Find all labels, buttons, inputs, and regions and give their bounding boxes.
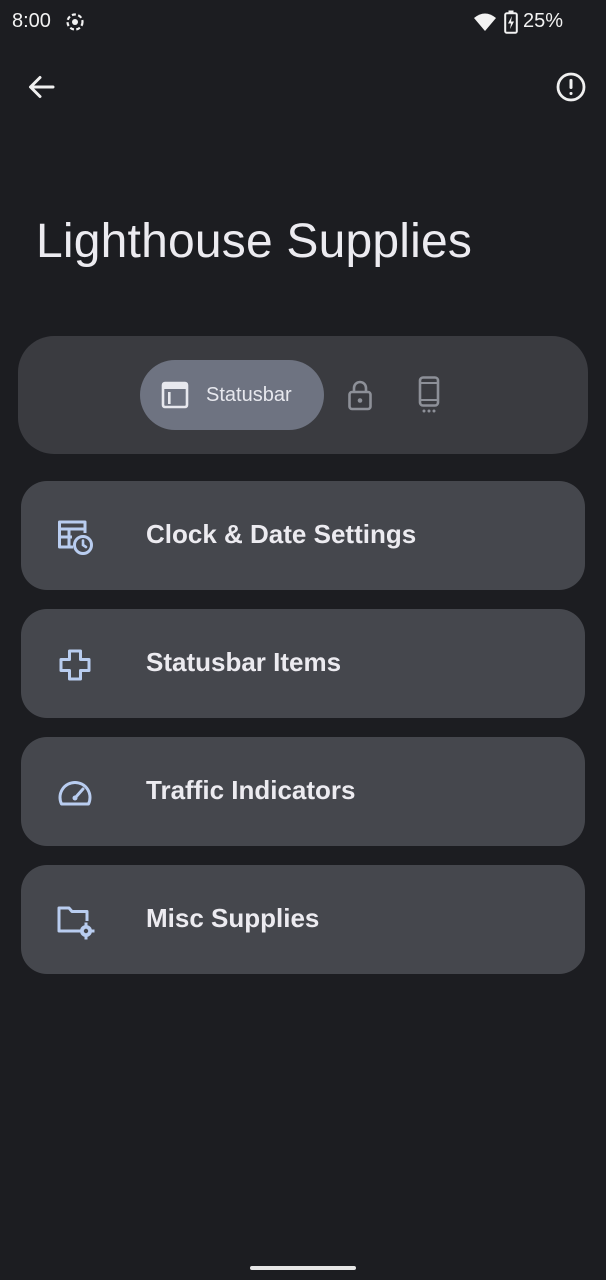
menu-item-clock-date[interactable]: Clock & Date Settings <box>21 481 585 590</box>
home-indicator[interactable] <box>250 1266 356 1270</box>
back-button[interactable] <box>22 68 60 106</box>
menu-item-misc-supplies[interactable]: Misc Supplies <box>21 865 585 974</box>
page-title: Lighthouse Supplies <box>36 215 473 268</box>
battery-percentage: 25% <box>523 10 564 32</box>
segment-statusbar-label: Statusbar <box>206 384 292 406</box>
menu-item-label: Traffic Indicators <box>146 775 356 805</box>
segment-lockscreen[interactable] <box>344 378 376 412</box>
plus-icon <box>55 645 95 685</box>
segment-statusbar[interactable]: Statusbar <box>140 360 324 430</box>
statusbar-icon <box>160 380 190 410</box>
segment-device[interactable] <box>416 376 442 414</box>
status-time: 8:00 <box>12 10 51 32</box>
folder-settings-icon <box>55 901 95 941</box>
arrow-back-icon <box>29 76 55 98</box>
menu-item-label: Statusbar Items <box>146 647 342 677</box>
calendar-clock-icon <box>55 517 95 557</box>
speedometer-icon <box>55 773 95 813</box>
menu-item-traffic-indicators[interactable]: Traffic Indicators <box>21 737 585 846</box>
info-button[interactable] <box>552 68 590 106</box>
wifi-icon <box>473 11 497 33</box>
info-alert-icon <box>556 72 586 102</box>
menu-item-label: Misc Supplies <box>146 903 320 933</box>
battery-charging-icon <box>504 10 518 34</box>
status-bar: 8:00 25% <box>0 0 606 46</box>
lock-icon <box>348 380 372 411</box>
menu-item-statusbar-items[interactable]: Statusbar Items <box>21 609 585 718</box>
menu-item-label: Clock & Date Settings <box>146 519 417 549</box>
phone-icon <box>418 376 440 413</box>
sync-icon <box>64 11 86 33</box>
segment-selector: Statusbar <box>18 336 588 454</box>
